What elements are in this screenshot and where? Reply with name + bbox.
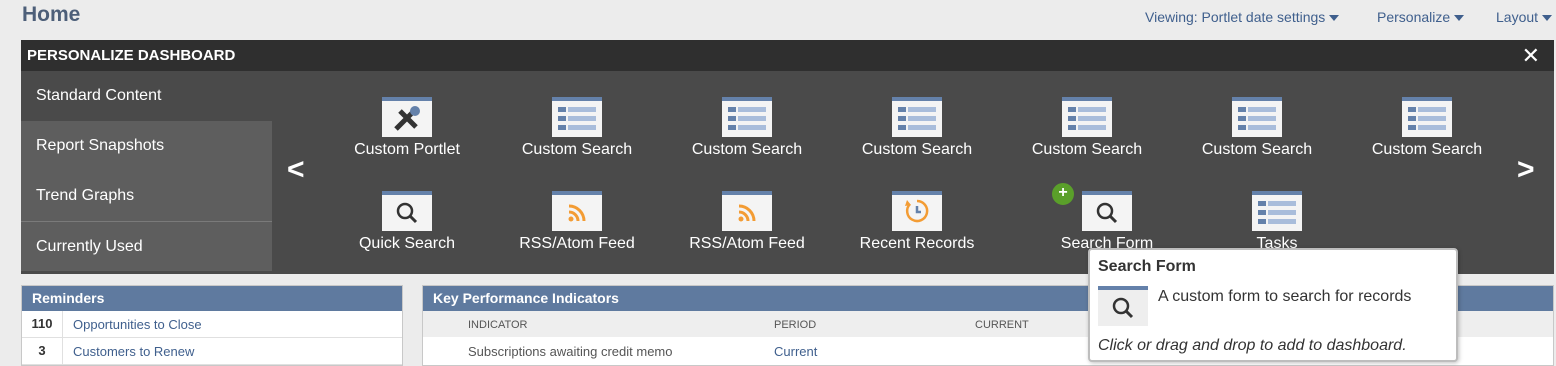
tile-label: Custom Search <box>1031 141 1143 158</box>
sidebar-item-report-snapshots[interactable]: Report Snapshots <box>21 121 272 171</box>
list-icon <box>722 97 772 137</box>
kpi-period-link[interactable]: Current <box>774 344 817 359</box>
magnifier-icon <box>382 191 432 231</box>
panel-title: PERSONALIZE DASHBOARD <box>27 47 236 64</box>
tile-label: Custom Search <box>1201 141 1313 158</box>
tile-label: Recent Records <box>859 235 975 252</box>
list-icon <box>1402 97 1452 137</box>
tile-label: Custom Search <box>521 141 633 158</box>
list-icon <box>1252 191 1302 231</box>
tile-quick-search[interactable]: Quick Search <box>327 191 487 253</box>
tile-label: Quick Search <box>358 235 456 252</box>
chevron-down-icon <box>1542 15 1553 21</box>
reminder-count: 3 <box>22 338 63 364</box>
page-title: Home <box>22 3 81 26</box>
tile-rss-feed[interactable]: RSS/Atom Feed <box>497 191 657 253</box>
layout-label: Layout <box>1496 9 1539 25</box>
next-arrow[interactable]: > <box>1517 153 1535 187</box>
prev-arrow[interactable]: < <box>287 153 305 187</box>
sidebar-item-standard-content[interactable]: Standard Content <box>21 71 272 121</box>
column-header-indicator: INDICATOR <box>468 319 528 331</box>
history-icon <box>892 191 942 231</box>
list-item[interactable]: 3 Customers to Renew <box>22 338 402 365</box>
column-header-current: CURRENT <box>975 319 1029 331</box>
tooltip-description: A custom form to search for records <box>1158 288 1412 305</box>
viewing-label: Viewing: Portlet date settings <box>1145 9 1326 25</box>
tile-custom-search[interactable]: Custom Search <box>837 97 997 159</box>
reminders-title: Reminders <box>22 286 402 311</box>
reminders-portlet: Reminders 110 Opportunities to Close 3 C… <box>21 285 403 366</box>
list-icon <box>1062 97 1112 137</box>
list-item[interactable]: 110 Opportunities to Close <box>22 311 402 338</box>
list-icon <box>1232 97 1282 137</box>
personalize-menu[interactable]: Personalize <box>1377 9 1465 25</box>
tile-custom-search[interactable]: Custom Search <box>1007 97 1167 159</box>
kpi-indicator: Subscriptions awaiting credit memo <box>468 344 673 359</box>
viewing-menu[interactable]: Viewing: Portlet date settings <box>1145 9 1340 25</box>
list-icon <box>892 97 942 137</box>
tooltip: Search Form A custom form to search for … <box>1088 248 1458 362</box>
tile-custom-portlet[interactable]: Custom Portlet <box>327 97 487 159</box>
chevron-down-icon <box>1329 15 1340 21</box>
tile-custom-search[interactable]: Custom Search <box>1347 97 1507 159</box>
personalize-label: Personalize <box>1377 9 1451 25</box>
layout-menu[interactable]: Layout <box>1496 9 1553 25</box>
tooltip-title: Search Form <box>1098 258 1196 275</box>
tooltip-hint: Click or drag and drop to add to dashboa… <box>1098 337 1407 354</box>
rss-icon <box>552 191 602 231</box>
chevron-down-icon <box>1454 15 1465 21</box>
tile-recent-records[interactable]: Recent Records <box>837 191 997 253</box>
sidebar-item-currently-used[interactable]: Currently Used <box>21 221 272 271</box>
tile-label: RSS/Atom Feed <box>519 235 635 252</box>
tile-custom-search[interactable]: Custom Search <box>497 97 657 159</box>
tile-custom-search[interactable]: Custom Search <box>667 97 827 159</box>
close-icon[interactable]: ✕ <box>1522 43 1540 69</box>
tile-label: RSS/Atom Feed <box>689 235 805 252</box>
tile-custom-search[interactable]: Custom Search <box>1177 97 1337 159</box>
category-sidebar: Standard Content Report Snapshots Trend … <box>21 71 272 274</box>
tools-icon <box>382 97 432 137</box>
list-icon <box>552 97 602 137</box>
rss-icon <box>722 191 772 231</box>
tile-label: Custom Portlet <box>354 141 460 158</box>
panel-header: PERSONALIZE DASHBOARD ✕ <box>21 40 1554 71</box>
sidebar-item-trend-graphs[interactable]: Trend Graphs <box>21 171 272 221</box>
tile-label: Custom Search <box>691 141 803 158</box>
tile-rss-feed[interactable]: RSS/Atom Feed <box>667 191 827 253</box>
column-header-period: PERIOD <box>774 319 817 331</box>
tile-label: Custom Search <box>1371 141 1483 158</box>
add-icon[interactable]: + <box>1050 181 1076 207</box>
reminder-link[interactable]: Customers to Renew <box>63 344 194 359</box>
tile-label: Custom Search <box>861 141 973 158</box>
magnifier-icon <box>1098 286 1148 326</box>
reminder-link[interactable]: Opportunities to Close <box>63 317 202 332</box>
tile-tasks[interactable]: Tasks <box>1197 191 1357 253</box>
magnifier-icon <box>1082 191 1132 231</box>
personalize-panel: PERSONALIZE DASHBOARD ✕ Standard Content… <box>21 40 1554 274</box>
reminder-count: 110 <box>22 311 63 337</box>
